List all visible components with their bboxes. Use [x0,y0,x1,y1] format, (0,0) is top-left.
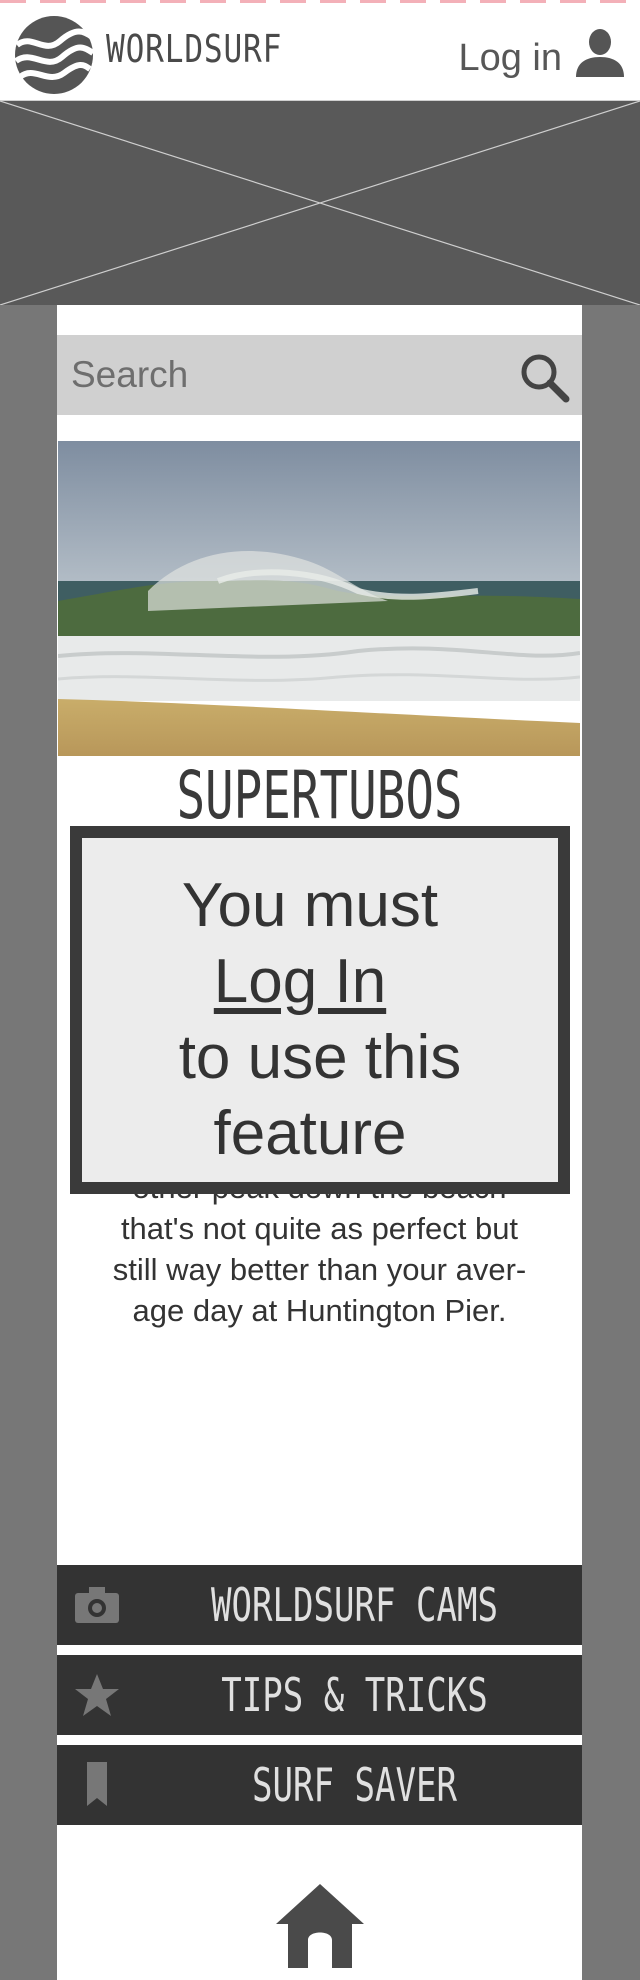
surf-saver-button[interactable]: SURF SAVER [57,1745,582,1825]
worldsurf-cams-button[interactable]: WORLDSURF CAMS [57,1565,582,1645]
user-icon[interactable] [574,27,626,79]
wave-logo-icon[interactable] [14,15,94,95]
login-link[interactable]: Log in [458,37,562,80]
modal-login-link[interactable]: Log In [82,944,518,1020]
right-gutter [582,305,640,1980]
spot-title: SUPERTUBOS [176,757,463,826]
worldsurf-cams-label: WORLDSURF CAMS [211,1578,498,1632]
tips-and-tricks-label: TIPS & TRICKS [221,1668,488,1722]
search-bar [57,335,582,415]
star-icon [75,1674,119,1716]
tips-and-tricks-button[interactable]: TIPS & TRICKS [57,1655,582,1735]
spot-photo [58,441,580,756]
login-required-modal: You must Log In to use this feature [70,826,570,1194]
hero-banner-placeholder [0,101,640,305]
modal-message-line3: to use this [178,1023,462,1092]
home-icon[interactable] [272,1880,368,1970]
surf-saver-label: SURF SAVER [252,1758,457,1812]
left-gutter [0,305,57,1980]
modal-message-line4: feature [213,1099,407,1168]
bookmark-icon [87,1762,107,1806]
search-icon[interactable] [518,351,570,403]
brand-name: WORLDSURF [106,27,283,71]
camera-icon [75,1587,119,1623]
header: WORLDSURF Log in [0,3,640,101]
modal-message-line1: You must [181,871,439,940]
search-input[interactable] [71,345,491,405]
